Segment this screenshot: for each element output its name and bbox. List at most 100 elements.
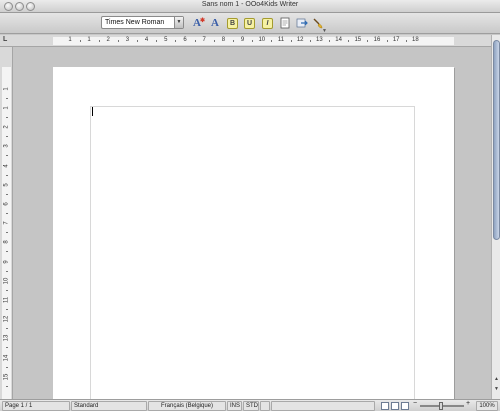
ruler-number: 5	[164, 37, 168, 43]
font-name-select[interactable]: Times New Roman ▼	[101, 16, 184, 29]
vruler-number: 7	[3, 221, 10, 225]
vruler-tick	[6, 193, 8, 195]
ruler-number: 1	[68, 37, 72, 43]
vruler-number: 1	[3, 106, 10, 110]
vruler-number: 10	[3, 277, 10, 285]
scroll-down-icon[interactable]: ▼	[492, 385, 500, 393]
vruler-number: 9	[3, 259, 10, 264]
ruler-number: 8	[221, 37, 226, 43]
export-button[interactable]	[295, 16, 309, 30]
ruler-tick	[98, 40, 100, 42]
document-page[interactable]	[53, 67, 454, 399]
toolbar-overflow-icon[interactable]: ▼	[322, 28, 327, 34]
ruler-number: 3	[125, 37, 130, 43]
chevron-down-icon[interactable]: ▼	[174, 17, 183, 28]
ruler-number: 17	[392, 37, 400, 43]
selection-mode-indicator[interactable]: STD	[243, 401, 259, 411]
vruler-tick	[6, 309, 8, 310]
multi-page-view-icon[interactable]	[391, 402, 399, 410]
horizontal-ruler[interactable]: L 1 1 2 3 4 5 6 7 8 9 10 11 12 13 14 15 16 17 18	[0, 35, 500, 47]
vruler-tick	[6, 347, 8, 349]
ruler-number: 15	[354, 37, 362, 43]
formatting-toolbar: Times New Roman ▼ A ✱ A B U I ▼	[0, 13, 500, 34]
vruler-tick	[6, 385, 8, 387]
language-indicator[interactable]: Français (Belgique)	[148, 401, 226, 411]
ruler-tick	[213, 40, 215, 42]
vruler-tick	[6, 174, 8, 176]
zoom-value[interactable]: 100%	[476, 401, 498, 411]
vruler-number: 5	[3, 183, 10, 187]
insert-mode-indicator[interactable]: INS	[227, 401, 242, 411]
vruler-number: 2	[3, 125, 10, 129]
window-title: Sans nom 1 - OOo4Kids Writer	[201, 1, 299, 8]
font-name-value: Times New Roman	[105, 19, 165, 26]
zoom-slider-handle[interactable]	[439, 402, 443, 410]
vruler-number: 1	[3, 87, 10, 91]
ruler-number: 1	[87, 37, 91, 43]
ruler-tick	[156, 40, 158, 42]
vruler-number: 4	[3, 163, 10, 168]
vruler-number: 14	[3, 354, 10, 361]
italic-button[interactable]: I	[262, 18, 273, 29]
vruler-tick	[6, 289, 8, 291]
ruler-number: 14	[335, 37, 342, 43]
vruler-number: 3	[3, 144, 10, 149]
vertical-scrollbar[interactable]: ▲ ▼	[491, 35, 500, 399]
ruler-number: 7	[202, 37, 206, 43]
ruler-tick	[290, 40, 292, 42]
ruler-number: 18	[412, 37, 419, 43]
character-glyph: A	[211, 17, 219, 29]
ruler-tick	[137, 40, 138, 42]
ruler-tick	[309, 40, 311, 42]
document-icon	[280, 17, 290, 29]
vruler-tick	[6, 366, 8, 368]
zoom-out-icon[interactable]: −	[413, 400, 417, 407]
ruler-tick	[194, 40, 196, 42]
vruler-number: 15	[3, 373, 10, 381]
book-view-icon[interactable]	[401, 402, 409, 410]
character-icon[interactable]: A	[208, 16, 222, 30]
text-cursor	[92, 107, 93, 116]
page-style-indicator[interactable]: Standard	[71, 401, 147, 411]
ruler-number: 11	[277, 37, 285, 43]
scrollbar-thumb[interactable]	[493, 40, 500, 240]
scroll-up-icon[interactable]: ▲	[492, 375, 500, 383]
bold-button[interactable]: B	[227, 18, 238, 29]
document-button[interactable]	[278, 16, 292, 30]
ruler-tick	[348, 40, 350, 42]
ruler-number: 13	[316, 37, 323, 43]
single-page-view-icon[interactable]	[381, 402, 389, 410]
ruler-number: 9	[240, 37, 245, 43]
star-icon: ✱	[199, 18, 205, 24]
fontwork-icon[interactable]: A ✱	[190, 16, 205, 30]
ruler-tick	[252, 40, 254, 42]
document-modified-indicator	[260, 401, 270, 411]
ruler-tick	[233, 40, 234, 42]
italic-icon: I	[266, 20, 269, 27]
zoom-in-icon[interactable]: +	[466, 400, 470, 407]
vruler-tick	[6, 213, 8, 214]
ruler-tick	[329, 40, 330, 42]
ruler-tick	[117, 40, 119, 42]
ruler-tick	[367, 40, 369, 42]
status-bar: Page 1 / 1 Standard Français (Belgique) …	[0, 399, 500, 411]
vruler-tick	[6, 98, 8, 99]
ruler-tick	[79, 40, 81, 42]
underline-icon: U	[246, 20, 253, 27]
vertical-ruler[interactable]: 1 1 2 3 4 5 6 7 8 9 10 11 12 13 14 15	[0, 47, 13, 399]
title-bar: Sans nom 1 - OOo4Kids Writer	[0, 0, 500, 13]
page-indicator[interactable]: Page 1 / 1	[2, 401, 70, 411]
ruler-number: 12	[296, 37, 304, 43]
underline-button[interactable]: U	[244, 18, 255, 29]
tab-stop-icon[interactable]: L	[3, 36, 7, 43]
bold-icon: B	[229, 20, 236, 27]
vruler-tick	[6, 232, 8, 234]
ruler-tick	[386, 40, 388, 42]
vruler-tick	[6, 251, 8, 253]
vruler-number: 11	[3, 296, 10, 304]
vruler-tick	[6, 155, 8, 157]
writer-window: Sans nom 1 - OOo4Kids Writer Times New R…	[0, 0, 500, 411]
vruler-number: 13	[3, 335, 10, 342]
text-boundaries	[90, 106, 415, 399]
document-area[interactable]	[13, 47, 491, 399]
